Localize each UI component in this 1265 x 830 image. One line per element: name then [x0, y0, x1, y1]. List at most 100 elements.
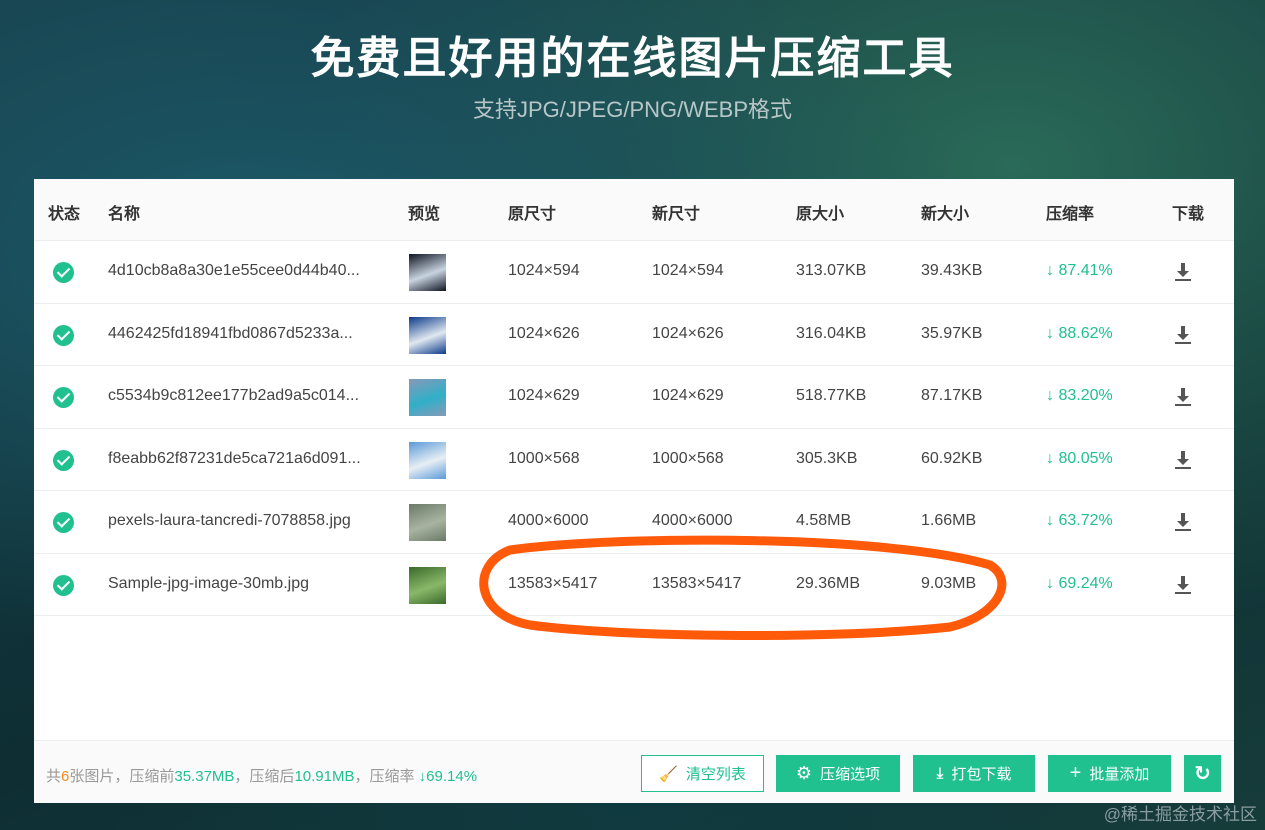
success-check-icon — [53, 324, 74, 346]
new-dimensions: 1000×568 — [652, 449, 724, 467]
orig-dimensions: 1024×629 — [508, 387, 580, 404]
success-check-icon — [53, 387, 74, 408]
col-new-dim: 新尺寸 — [652, 206, 701, 223]
arrow-down-icon: ↓ — [1046, 324, 1059, 342]
rate-value: 63.72% — [1058, 512, 1113, 529]
compress-table-panel: 状态 名称 预览 原尺寸 新尺寸 原大小 新大小 压缩率 下载 4d10cb8a… — [34, 179, 1234, 803]
arrow-down-icon: ↓ — [1046, 387, 1059, 404]
plus-icon: + — [1069, 762, 1082, 784]
compression-rate: ↓ 63.72% — [1046, 512, 1113, 530]
compression-rate: ↓ 80.05% — [1046, 450, 1113, 468]
gear-icon: ⚙ — [795, 763, 813, 783]
arrow-down-icon: ↓ — [1046, 512, 1059, 529]
success-check-icon — [53, 512, 74, 533]
orig-size: 313.07KB — [796, 262, 867, 279]
table-row: f8eabb62f87231de5ca721a6d091... 1000×568… — [34, 429, 1234, 491]
compress-options-button[interactable]: ⚙ 压缩选项 — [776, 755, 900, 792]
preview-thumbnail[interactable] — [409, 504, 446, 541]
orig-dimensions: 1024×594 — [508, 262, 580, 279]
download-icon[interactable] — [1174, 575, 1192, 595]
clear-list-label: 清空列表 — [685, 766, 746, 783]
col-status: 状态 — [48, 206, 81, 223]
summary-label-before: 张图片，压缩前 — [69, 768, 175, 785]
compression-rate: ↓ 87.41% — [1046, 262, 1113, 280]
batch-add-button[interactable]: + 批量添加 — [1048, 755, 1171, 792]
download-icon[interactable] — [1174, 387, 1192, 407]
col-orig-size: 原大小 — [796, 206, 845, 223]
rate-value: 88.62% — [1058, 324, 1113, 342]
summary-label-after: ，压缩后 — [234, 768, 295, 785]
arrow-down-icon: ↓ — [1046, 449, 1059, 467]
table-row: 4462425fd18941fbd0867d5233a... 1024×626 … — [34, 304, 1234, 366]
total-before: 35.37MB — [174, 768, 235, 785]
preview-thumbnail[interactable] — [409, 379, 446, 416]
orig-dimensions: 1000×568 — [508, 449, 580, 467]
refresh-button[interactable]: ↻ — [1184, 755, 1221, 792]
pack-download-label: 打包下载 — [951, 766, 1012, 783]
new-size: 39.43KB — [921, 262, 983, 279]
orig-dimensions: 1024×626 — [508, 324, 580, 342]
compress-options-label: 压缩选项 — [820, 766, 881, 783]
file-name: 4d10cb8a8a30e1e55cee0d44b40... — [108, 262, 360, 279]
summary-text: 共6张图片，压缩前35.37MB，压缩后10.91MB，压缩率 ↓69.14% — [46, 765, 477, 786]
download-icon[interactable] — [1174, 512, 1192, 532]
col-preview: 预览 — [408, 206, 441, 223]
page-subtitle: 支持JPG/JPEG/PNG/WEBP格式 — [472, 97, 793, 122]
table-row: 4d10cb8a8a30e1e55cee0d44b40... 1024×594 … — [34, 241, 1234, 304]
file-name: Sample-jpg-image-30mb.jpg — [108, 574, 309, 592]
preview-thumbnail[interactable] — [409, 254, 446, 291]
orig-dimensions: 4000×6000 — [508, 512, 589, 529]
download-icon[interactable] — [1174, 262, 1192, 282]
arrow-down-icon: ↓ — [414, 768, 427, 785]
broom-icon: 🧹 — [659, 765, 678, 783]
download-icon[interactable] — [1174, 450, 1192, 470]
compression-rate: ↓ 83.20% — [1046, 387, 1113, 405]
rate-value: 83.20% — [1058, 387, 1113, 404]
pack-download-button[interactable]: ⤓ 打包下载 — [913, 755, 1035, 792]
new-dimensions: 1024×626 — [652, 324, 724, 342]
table-row: c5534b9c812ee177b2ad9a5c014... 1024×629 … — [34, 366, 1234, 429]
success-check-icon — [53, 449, 74, 471]
rate-value: 87.41% — [1058, 262, 1113, 279]
download-icon: ⤓ — [936, 765, 944, 782]
col-new-size: 新大小 — [921, 206, 970, 223]
new-size: 60.92KB — [921, 449, 983, 467]
col-orig-dim: 原尺寸 — [508, 206, 557, 223]
success-check-icon — [53, 574, 74, 596]
file-name: c5534b9c812ee177b2ad9a5c014... — [108, 387, 359, 404]
orig-size: 305.3KB — [796, 449, 858, 467]
table-header: 状态 名称 预览 原尺寸 新尺寸 原大小 新大小 压缩率 下载 — [34, 179, 1234, 241]
new-dimensions: 1024×629 — [652, 387, 724, 404]
compression-rate: ↓ 69.24% — [1046, 575, 1113, 593]
file-name: pexels-laura-tancredi-7078858.jpg — [108, 512, 351, 529]
clear-list-button[interactable]: 🧹 清空列表 — [641, 755, 764, 792]
new-size: 1.66MB — [921, 512, 977, 529]
table-footer: 共6张图片，压缩前35.37MB，压缩后10.91MB，压缩率 ↓69.14% … — [34, 740, 1234, 803]
download-icon[interactable] — [1174, 325, 1192, 345]
col-download: 下载 — [1172, 206, 1205, 223]
orange-annotation-ellipse — [479, 535, 1007, 640]
success-check-icon — [53, 262, 74, 283]
arrow-down-icon: ↓ — [1046, 574, 1059, 592]
summary-label-rate: ，压缩率 — [354, 768, 415, 785]
col-name: 名称 — [108, 206, 141, 223]
preview-thumbnail[interactable] — [409, 316, 446, 354]
total-rate: 69.14% — [426, 768, 478, 785]
orig-size: 518.77KB — [796, 387, 867, 404]
rate-value: 80.05% — [1058, 449, 1113, 467]
compression-rate: ↓ 88.62% — [1046, 325, 1113, 343]
orig-size: 316.04KB — [796, 324, 867, 342]
new-dimensions: 4000×6000 — [652, 512, 733, 529]
preview-thumbnail[interactable] — [409, 441, 446, 479]
new-dimensions: 1024×594 — [652, 262, 724, 279]
file-name: f8eabb62f87231de5ca721a6d091... — [108, 449, 361, 467]
page-title: 免费且好用的在线图片压缩工具 — [310, 34, 955, 83]
summary-prefix: 共 — [46, 768, 62, 785]
preview-thumbnail[interactable] — [409, 566, 446, 604]
file-name: 4462425fd18941fbd0867d5233a... — [108, 324, 353, 342]
orig-size: 4.58MB — [796, 512, 852, 529]
new-size: 87.17KB — [921, 387, 983, 404]
total-after: 10.91MB — [294, 768, 355, 785]
col-rate: 压缩率 — [1046, 206, 1095, 223]
new-size: 35.97KB — [921, 324, 983, 342]
